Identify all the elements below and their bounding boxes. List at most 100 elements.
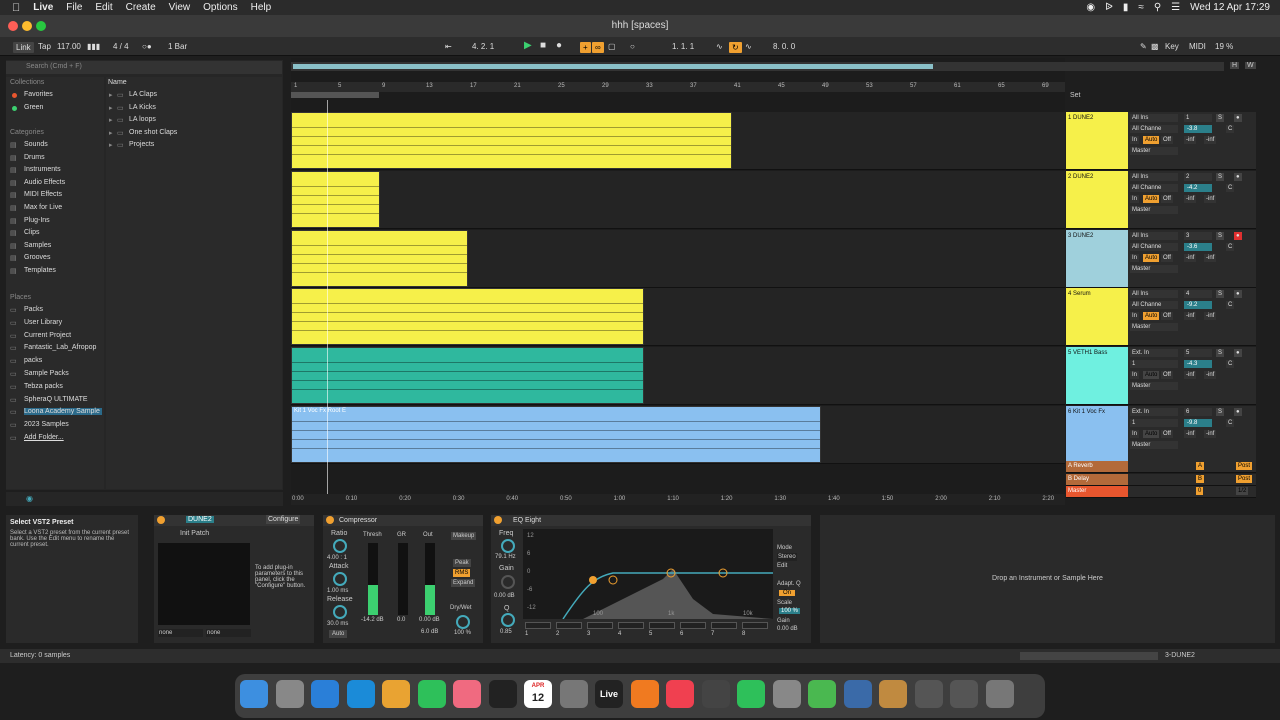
disclosure-arrow-icon[interactable]: ▸ [109, 141, 113, 149]
out-meter[interactable] [425, 543, 435, 615]
dock-icon-edge-icon[interactable] [346, 680, 375, 708]
thresh-value[interactable]: -14.2 dB [361, 617, 384, 623]
eq-band-1-handle[interactable] [589, 576, 597, 584]
stop-button[interactable]: ■ [540, 40, 546, 51]
volume-field[interactable]: -4.3 [1184, 360, 1212, 368]
preset-name[interactable]: Init Patch [180, 530, 209, 537]
expand-button[interactable]: Expand [451, 579, 476, 587]
device-activator-button[interactable] [494, 516, 502, 524]
eq-band-toggle[interactable]: 7 [711, 631, 714, 637]
arm-button[interactable]: ● [1234, 114, 1242, 122]
eq-band-filter-type[interactable] [649, 622, 675, 629]
input-type-select[interactable]: Ext. In [1130, 349, 1178, 357]
eq-band-filter-type[interactable] [680, 622, 706, 629]
input-type-select[interactable]: All Ins [1130, 114, 1178, 122]
input-type-select[interactable]: Ext. In [1130, 408, 1178, 416]
category-item[interactable]: Templates [24, 267, 56, 274]
monitor-in-button[interactable]: In [1130, 312, 1140, 320]
ratio-knob[interactable] [333, 539, 347, 553]
volume-field[interactable]: -9.2 [1184, 301, 1212, 309]
menu-app[interactable]: Live [33, 0, 53, 15]
control-center-icon[interactable]: ☰ [1171, 2, 1180, 13]
scale-value[interactable]: 100 % [779, 608, 801, 614]
monitor-in-button[interactable]: In [1130, 430, 1140, 438]
time-signature[interactable]: 4 / 4 [113, 42, 129, 51]
post-button[interactable]: Post [1236, 475, 1253, 483]
place-item[interactable]: User Library [24, 319, 62, 326]
clip[interactable] [291, 112, 732, 169]
dock-icon-safari-icon[interactable] [311, 680, 339, 708]
key-map-button[interactable]: Key [1165, 42, 1179, 51]
dock-icon-finder-icon[interactable] [240, 680, 268, 708]
peak-button[interactable]: Peak [453, 559, 471, 567]
dock-icon-chrome-icon[interactable] [382, 680, 410, 708]
volume-field[interactable]: -9.8 [1184, 419, 1212, 427]
audio-to-select[interactable]: Master [1130, 147, 1178, 155]
audio-to-select[interactable]: Master [1130, 382, 1178, 390]
release-knob[interactable] [333, 605, 347, 619]
dock-icon-final-cut-icon[interactable] [701, 680, 730, 708]
output-gain-value[interactable]: 0.00 dB [777, 626, 798, 632]
send-b-field[interactable]: -inf [1204, 371, 1217, 379]
monitor-off-button[interactable]: Off [1161, 312, 1173, 320]
monitor-auto-button[interactable]: Auto [1143, 312, 1160, 320]
gain-value[interactable]: 0.00 dB [494, 593, 515, 599]
disclosure-arrow-icon[interactable]: ▸ [109, 129, 113, 137]
solo-button[interactable]: S [1216, 290, 1225, 298]
battery-icon[interactable]: ▮ [1123, 2, 1129, 13]
eq-band-2-handle[interactable] [608, 575, 618, 585]
menu-file[interactable]: File [66, 0, 82, 15]
close-window-button[interactable] [8, 21, 18, 31]
clip[interactable] [291, 347, 644, 404]
send-a-field[interactable]: -inf [1184, 136, 1197, 144]
loop-length-field[interactable]: 8. 0. 0 [773, 42, 795, 51]
solo-button[interactable]: S [1216, 232, 1225, 240]
return-track-header[interactable]: B Delay B Post [1066, 474, 1256, 486]
overview-h-button[interactable]: H [1230, 62, 1240, 69]
punch-out-icon[interactable]: ∿ [745, 42, 752, 51]
solo-button[interactable]: S [1216, 349, 1225, 357]
device-name[interactable]: DUNE2 [186, 516, 214, 523]
clip[interactable]: Kit 1 Voc Fx Root E [291, 406, 821, 463]
send-b-field[interactable]: -inf [1204, 312, 1217, 320]
audio-to-select[interactable]: Master [1130, 265, 1178, 273]
send-a-field[interactable]: -inf [1184, 195, 1197, 203]
capture-icon[interactable]: ▢ [608, 42, 616, 51]
eq-band-filter-type[interactable] [587, 622, 613, 629]
monitor-off-button[interactable]: Off [1161, 430, 1173, 438]
send-b-field[interactable]: -inf [1204, 195, 1217, 203]
send-a-field[interactable]: -inf [1184, 430, 1197, 438]
audio-to-select[interactable]: Master [1130, 441, 1178, 449]
browser-search-input[interactable]: Search (Cmd + F) [6, 61, 282, 74]
drywet-value[interactable]: 100 % [454, 630, 471, 636]
macro-select-2[interactable]: none [206, 629, 251, 637]
drywet-knob[interactable] [456, 615, 470, 629]
midi-map-button[interactable]: MIDI [1189, 42, 1206, 51]
folder-item[interactable]: LA loops [129, 116, 156, 123]
place-item[interactable]: SpheraQ ULTIMATE [24, 396, 88, 403]
tempo-field[interactable]: 117.00 [57, 42, 81, 51]
input-type-select[interactable]: All Ins [1130, 173, 1178, 181]
arrangement-position[interactable]: 4. 2. 1 [472, 42, 494, 51]
eq-band-toggle[interactable]: 6 [680, 631, 683, 637]
place-item[interactable]: Tebza packs [24, 383, 63, 390]
category-item[interactable]: Drums [24, 154, 45, 161]
follow-icon[interactable]: ⇤ [445, 42, 452, 51]
loop-start-field[interactable]: 1. 1. 1 [672, 42, 694, 51]
dock-icon-tv-icon[interactable] [488, 680, 517, 708]
dock-icon-guitar-icon[interactable] [879, 680, 907, 708]
punch-in-icon[interactable]: ∿ [716, 42, 723, 51]
device-drop-zone[interactable]: Drop an Instrument or Sample Here [820, 515, 1275, 643]
dock-icon-live-icon[interactable]: Live [595, 680, 623, 708]
track-header[interactable]: 3 DUNE2 All Ins All Channe In Auto Off Master 3… [1066, 230, 1256, 288]
category-item[interactable]: MIDI Effects [24, 191, 62, 198]
dock-icon-settings-icon[interactable] [772, 680, 801, 708]
place-item[interactable]: packs [24, 357, 42, 364]
return-letter[interactable]: B [1196, 475, 1205, 483]
input-channel-select[interactable]: 1 [1130, 419, 1178, 427]
return-track-name[interactable]: Master [1066, 486, 1128, 497]
thresh-meter[interactable] [368, 543, 378, 615]
configure-button[interactable]: Configure [266, 515, 301, 524]
monitor-auto-button[interactable]: Auto [1143, 371, 1160, 379]
dock-icon-launchpad-icon[interactable] [275, 680, 304, 708]
